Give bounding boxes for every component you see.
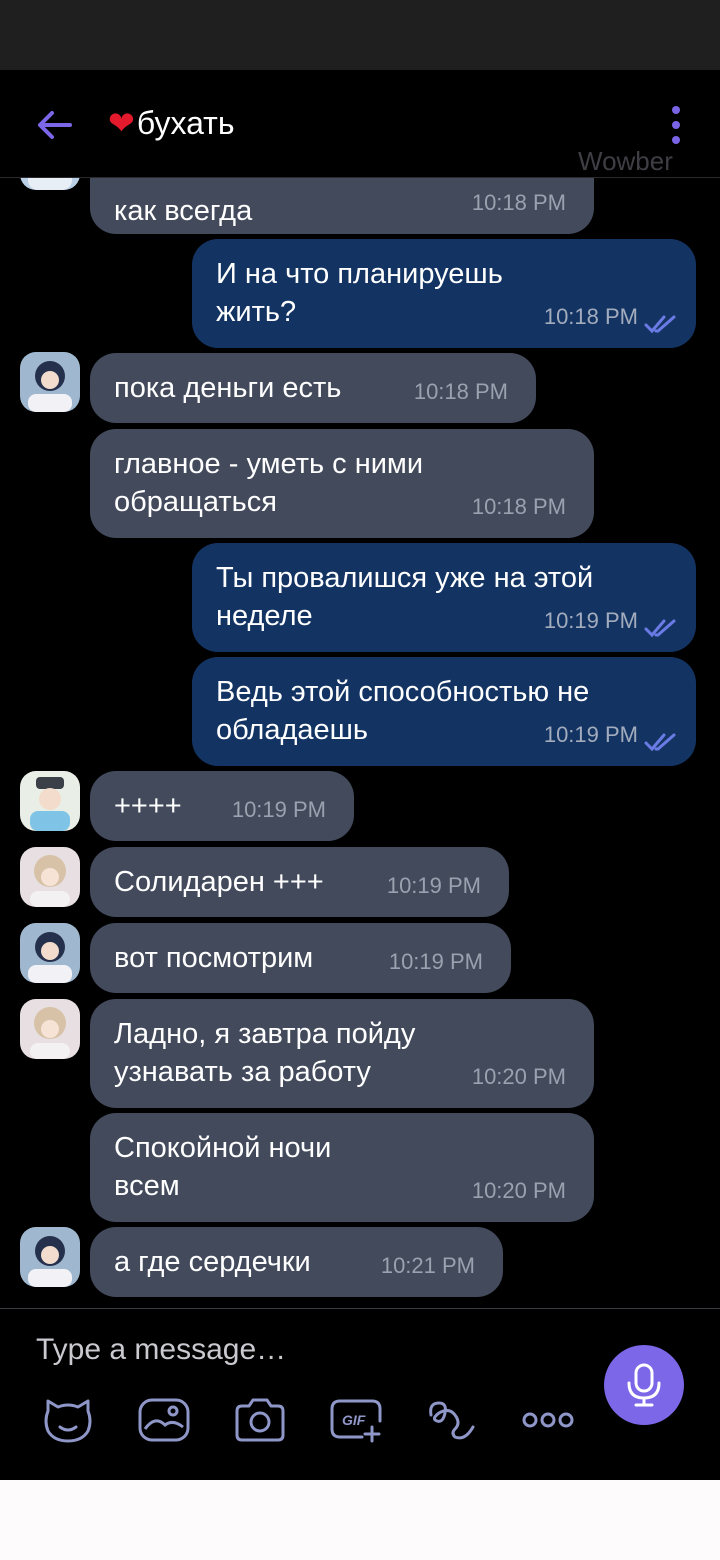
message-incoming[interactable]: ++++ 10:19 PM xyxy=(90,771,354,841)
message-time: 10:18 PM xyxy=(471,190,566,215)
message-time: 10:19 PM xyxy=(386,873,481,898)
doodle-icon xyxy=(429,1401,475,1440)
camera-icon xyxy=(235,1398,285,1442)
microphone-button[interactable] xyxy=(604,1345,684,1425)
back-button[interactable] xyxy=(30,105,78,145)
message-incoming[interactable]: Солидарен +++ 10:19 PM xyxy=(90,847,509,917)
message-time: 10:19 PM xyxy=(388,949,483,974)
chat-header: ❤ бухать Wowber xyxy=(0,70,720,178)
message-outgoing[interactable]: И на что планируешь жить? 10:18 PM xyxy=(192,239,696,348)
doodle-button[interactable] xyxy=(424,1395,480,1445)
message-composer: GIF xyxy=(0,1308,720,1481)
message-time: 10:20 PM xyxy=(471,1178,566,1203)
message-incoming[interactable]: Спокойной ночи всем 10:20 PM xyxy=(90,1113,594,1222)
double-check-icon xyxy=(644,315,676,334)
avatar[interactable] xyxy=(20,1227,80,1287)
sticker-icon xyxy=(44,1399,92,1443)
avatar[interactable] xyxy=(20,847,80,907)
double-check-icon xyxy=(644,619,676,638)
microphone-icon xyxy=(627,1363,661,1407)
double-check-icon xyxy=(644,733,676,752)
message-incoming[interactable]: главное - уметь с ними обращаться 10:18 … xyxy=(90,429,594,538)
svg-text:GIF: GIF xyxy=(342,1412,366,1428)
message-incoming[interactable]: Ладно, я завтра пойду узнавать за работу… xyxy=(90,999,594,1108)
message-time: 10:19 PM xyxy=(543,608,638,633)
message-time: 10:18 PM xyxy=(413,379,508,404)
message-incoming[interactable]: а где сердечки 10:21 PM xyxy=(90,1227,503,1297)
message-time: 10:21 PM xyxy=(380,1253,475,1278)
message-outgoing[interactable]: Ведь этой способностью не обладаешь 10:1… xyxy=(192,657,696,766)
heart-emoji: ❤ xyxy=(108,105,135,141)
message-input[interactable] xyxy=(34,1329,578,1371)
message-time: 10:19 PM xyxy=(543,722,638,747)
avatar[interactable] xyxy=(20,999,80,1059)
gif-button[interactable]: GIF xyxy=(328,1395,384,1445)
sticker-button[interactable] xyxy=(40,1395,96,1445)
navigation-bar xyxy=(0,1480,720,1560)
message-incoming[interactable]: как всегда 10:18 PM xyxy=(90,178,594,234)
avatar[interactable] xyxy=(20,771,80,831)
more-icon xyxy=(522,1412,574,1428)
watermark: Wowber xyxy=(578,146,673,176)
gif-icon: GIF xyxy=(330,1399,382,1443)
more-button[interactable] xyxy=(520,1395,576,1445)
gallery-button[interactable] xyxy=(136,1395,192,1445)
avatar[interactable] xyxy=(20,178,80,190)
camera-button[interactable] xyxy=(232,1395,288,1445)
message-outgoing[interactable]: Ты провалишся уже на этой неделе 10:19 P… xyxy=(192,543,696,652)
kebab-menu-icon[interactable] xyxy=(660,104,692,148)
message-time: 10:20 PM xyxy=(471,1064,566,1089)
chat-title[interactable]: ❤ бухать xyxy=(108,104,235,142)
message-incoming[interactable]: вот посмотрим 10:19 PM xyxy=(90,923,511,993)
message-time: 10:18 PM xyxy=(543,304,638,329)
message-incoming[interactable]: пока деньги есть 10:18 PM xyxy=(90,353,536,423)
gallery-icon xyxy=(138,1398,190,1442)
back-arrow-icon xyxy=(38,111,72,139)
chat-title-text: бухать xyxy=(136,104,235,141)
message-list[interactable]: как всегда 10:18 PM И на что планируешь … xyxy=(0,178,720,1308)
avatar[interactable] xyxy=(20,923,80,983)
message-time: 10:18 PM xyxy=(471,494,566,519)
message-time: 10:19 PM xyxy=(231,797,326,822)
avatar[interactable] xyxy=(20,352,80,412)
status-bar xyxy=(0,0,720,70)
